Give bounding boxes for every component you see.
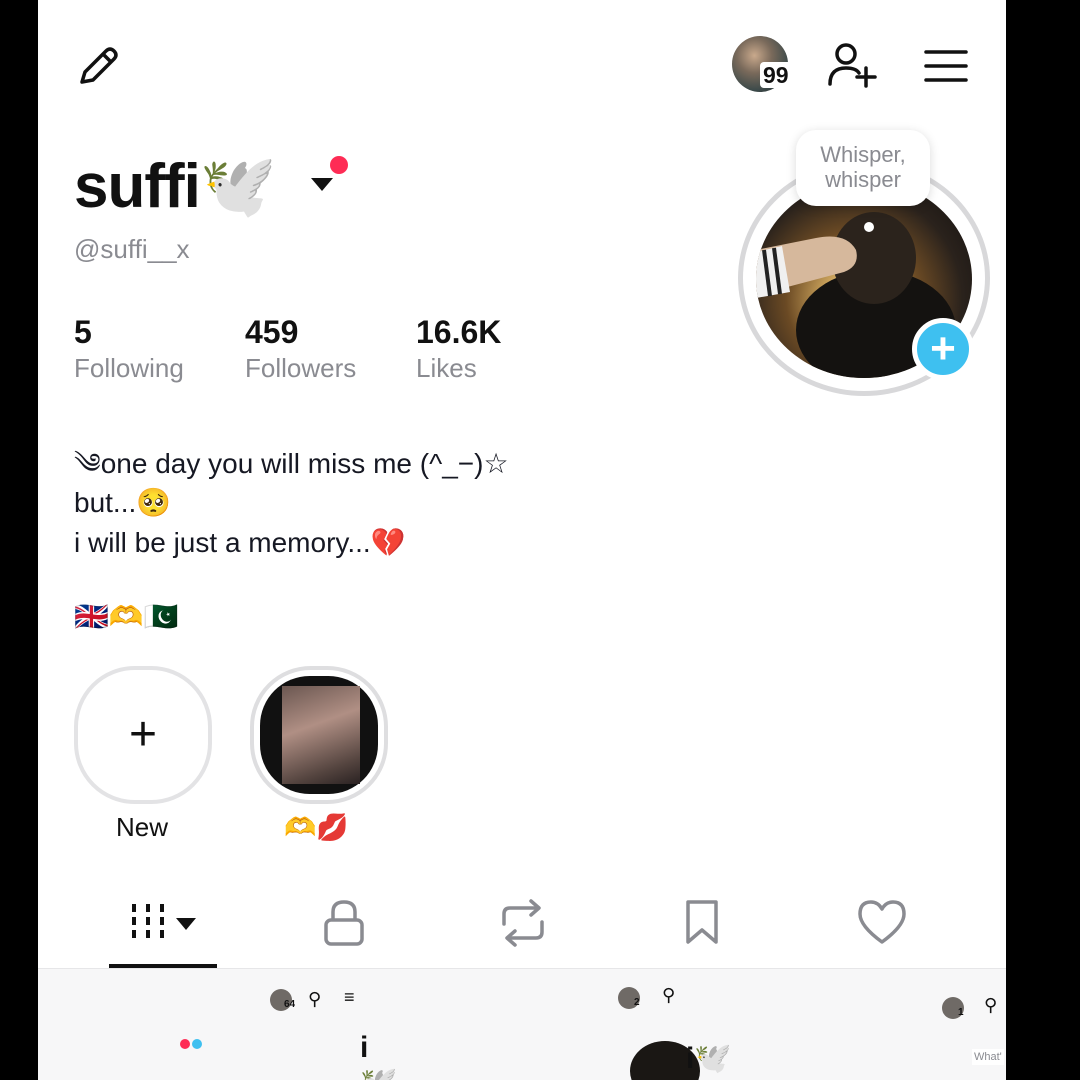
stat-label: Following — [74, 353, 184, 383]
person-add-icon: ⚲ — [984, 995, 998, 1015]
mini-name: i🕊️ — [360, 1031, 397, 1080]
video-grid: 64 ⚲ ≡ i🕊️ 2 ⚲ i🕊️ 1 ⚲ What' — [38, 969, 1006, 1080]
tab-reposts[interactable] — [498, 898, 548, 953]
person-add-icon[interactable] — [826, 40, 878, 90]
stat-value: 5 — [74, 314, 92, 350]
heart-icon — [858, 900, 906, 944]
mini-count: 1 — [958, 1007, 964, 1018]
stat-label: Followers — [245, 353, 357, 383]
new-highlight-label: New — [116, 812, 169, 842]
stat-label: Likes — [416, 353, 477, 383]
person-add-icon: ⚲ — [662, 985, 676, 1005]
tab-liked[interactable] — [856, 898, 908, 951]
bio-line: but...🥺 — [74, 487, 172, 518]
video-thumbnail[interactable]: 2 ⚲ i🕊️ — [598, 969, 920, 1080]
notification-count-badge: 99 — [760, 62, 792, 88]
right-black-border — [1006, 0, 1080, 1080]
repost-icon — [502, 899, 544, 947]
bookmark-icon — [686, 900, 718, 944]
stat-value: 459 — [245, 314, 299, 350]
profile-screen: 99 suffi🕊️ @suffi__x 5 Following 459 Fol… — [38, 0, 1006, 1080]
display-name: suffi🕊️ — [74, 152, 277, 221]
stat-value: 16.6K — [416, 314, 502, 350]
bio-flags: 🇬🇧🫶🇵🇰 — [74, 601, 179, 632]
mini-count: 64 — [284, 999, 296, 1010]
unread-dot — [330, 156, 348, 174]
lock-icon — [324, 900, 364, 946]
video-thumbnail[interactable]: 64 ⚲ ≡ i🕊️ — [38, 969, 397, 1080]
plus-icon: + — [930, 324, 956, 373]
whisper-text-line1: Whisper, — [820, 142, 906, 167]
notifications-avatar[interactable]: 99 — [732, 36, 792, 92]
hamburger-menu-icon: ≡ — [344, 987, 355, 1007]
tab-videos[interactable] — [130, 898, 202, 951]
whisper-bubble-mini: What' — [972, 1049, 1004, 1065]
mini-name: i🕊️ — [686, 1042, 732, 1075]
left-black-border — [0, 0, 38, 1080]
bio-line: i will be just a memory...💔 — [74, 527, 406, 558]
bubble-tail-dot — [864, 222, 874, 232]
red-dot — [180, 1039, 190, 1049]
video-thumbnail[interactable]: 1 ⚲ What' — [934, 969, 1006, 1080]
add-story-button[interactable]: + — [912, 318, 974, 380]
tab-private[interactable] — [322, 898, 366, 953]
blue-dot — [192, 1039, 202, 1049]
stat-followers[interactable]: 459 Followers — [245, 314, 356, 384]
whisper-text-line2: whisper — [825, 167, 901, 192]
grid-icon — [132, 904, 196, 940]
new-highlight-button[interactable]: + — [74, 666, 212, 804]
plus-icon: + — [128, 708, 158, 761]
stat-following[interactable]: 5 Following — [74, 314, 184, 384]
pencil-icon[interactable] — [74, 42, 122, 90]
person-add-icon: ⚲ — [308, 989, 322, 1009]
username-handle: @suffi__x — [74, 234, 190, 264]
stat-likes[interactable]: 16.6K Likes — [416, 314, 501, 384]
mini-count: 2 — [634, 997, 640, 1008]
story-highlight-photo — [282, 686, 360, 784]
story-highlight-label: 🫶💋 — [284, 812, 349, 842]
whisper-bubble[interactable]: Whisper, whisper — [796, 130, 930, 206]
tab-favorites[interactable] — [682, 898, 722, 953]
hamburger-menu-icon[interactable] — [924, 48, 968, 84]
account-switch-caret-icon[interactable] — [310, 176, 334, 192]
